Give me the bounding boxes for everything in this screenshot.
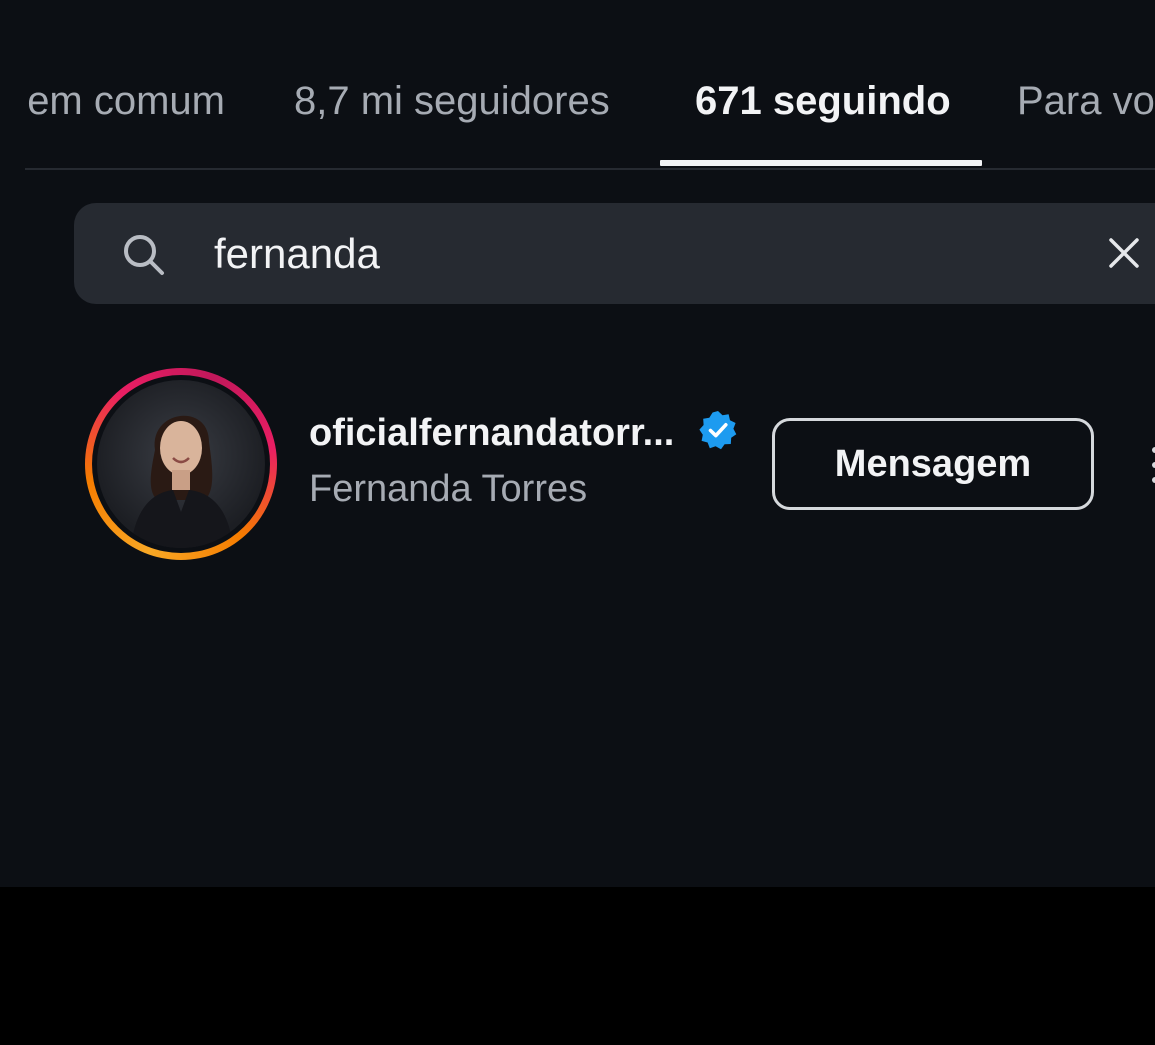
avatar [97,380,265,548]
verified-badge-icon [699,411,737,450]
search-icon [124,235,164,275]
message-button[interactable]: Mensagem [772,418,1094,510]
username[interactable]: oficialfernandatorr... [309,412,674,454]
tab-divider [25,168,1155,170]
tab-mutual-clip: em comum [25,76,235,126]
username-row: oficialfernandatorr... [309,408,739,458]
story-ring[interactable] [85,368,277,560]
bottom-black-bar [0,887,1155,1045]
active-tab-indicator [660,160,982,166]
search-bar[interactable] [74,203,1155,304]
tab-following[interactable]: 671 seguindo [695,76,951,126]
more-options-icon[interactable] [1147,440,1155,490]
following-screen: em comum 8,7 mi seguidores 671 seguindo … [0,0,1155,887]
close-icon[interactable] [1106,235,1142,271]
user-list-item[interactable]: oficialfernandatorr... Fernanda Torres M… [0,360,1155,570]
avatar-portrait [131,415,233,548]
full-name: Fernanda Torres [309,468,588,510]
tab-followers[interactable]: 8,7 mi seguidores [294,76,610,126]
tab-for-you[interactable]: Para vo [1017,76,1155,126]
search-input[interactable] [214,225,1064,283]
tab-mutual[interactable]: em comum [27,76,225,126]
profile-tabs: em comum 8,7 mi seguidores 671 seguindo … [0,0,1155,170]
